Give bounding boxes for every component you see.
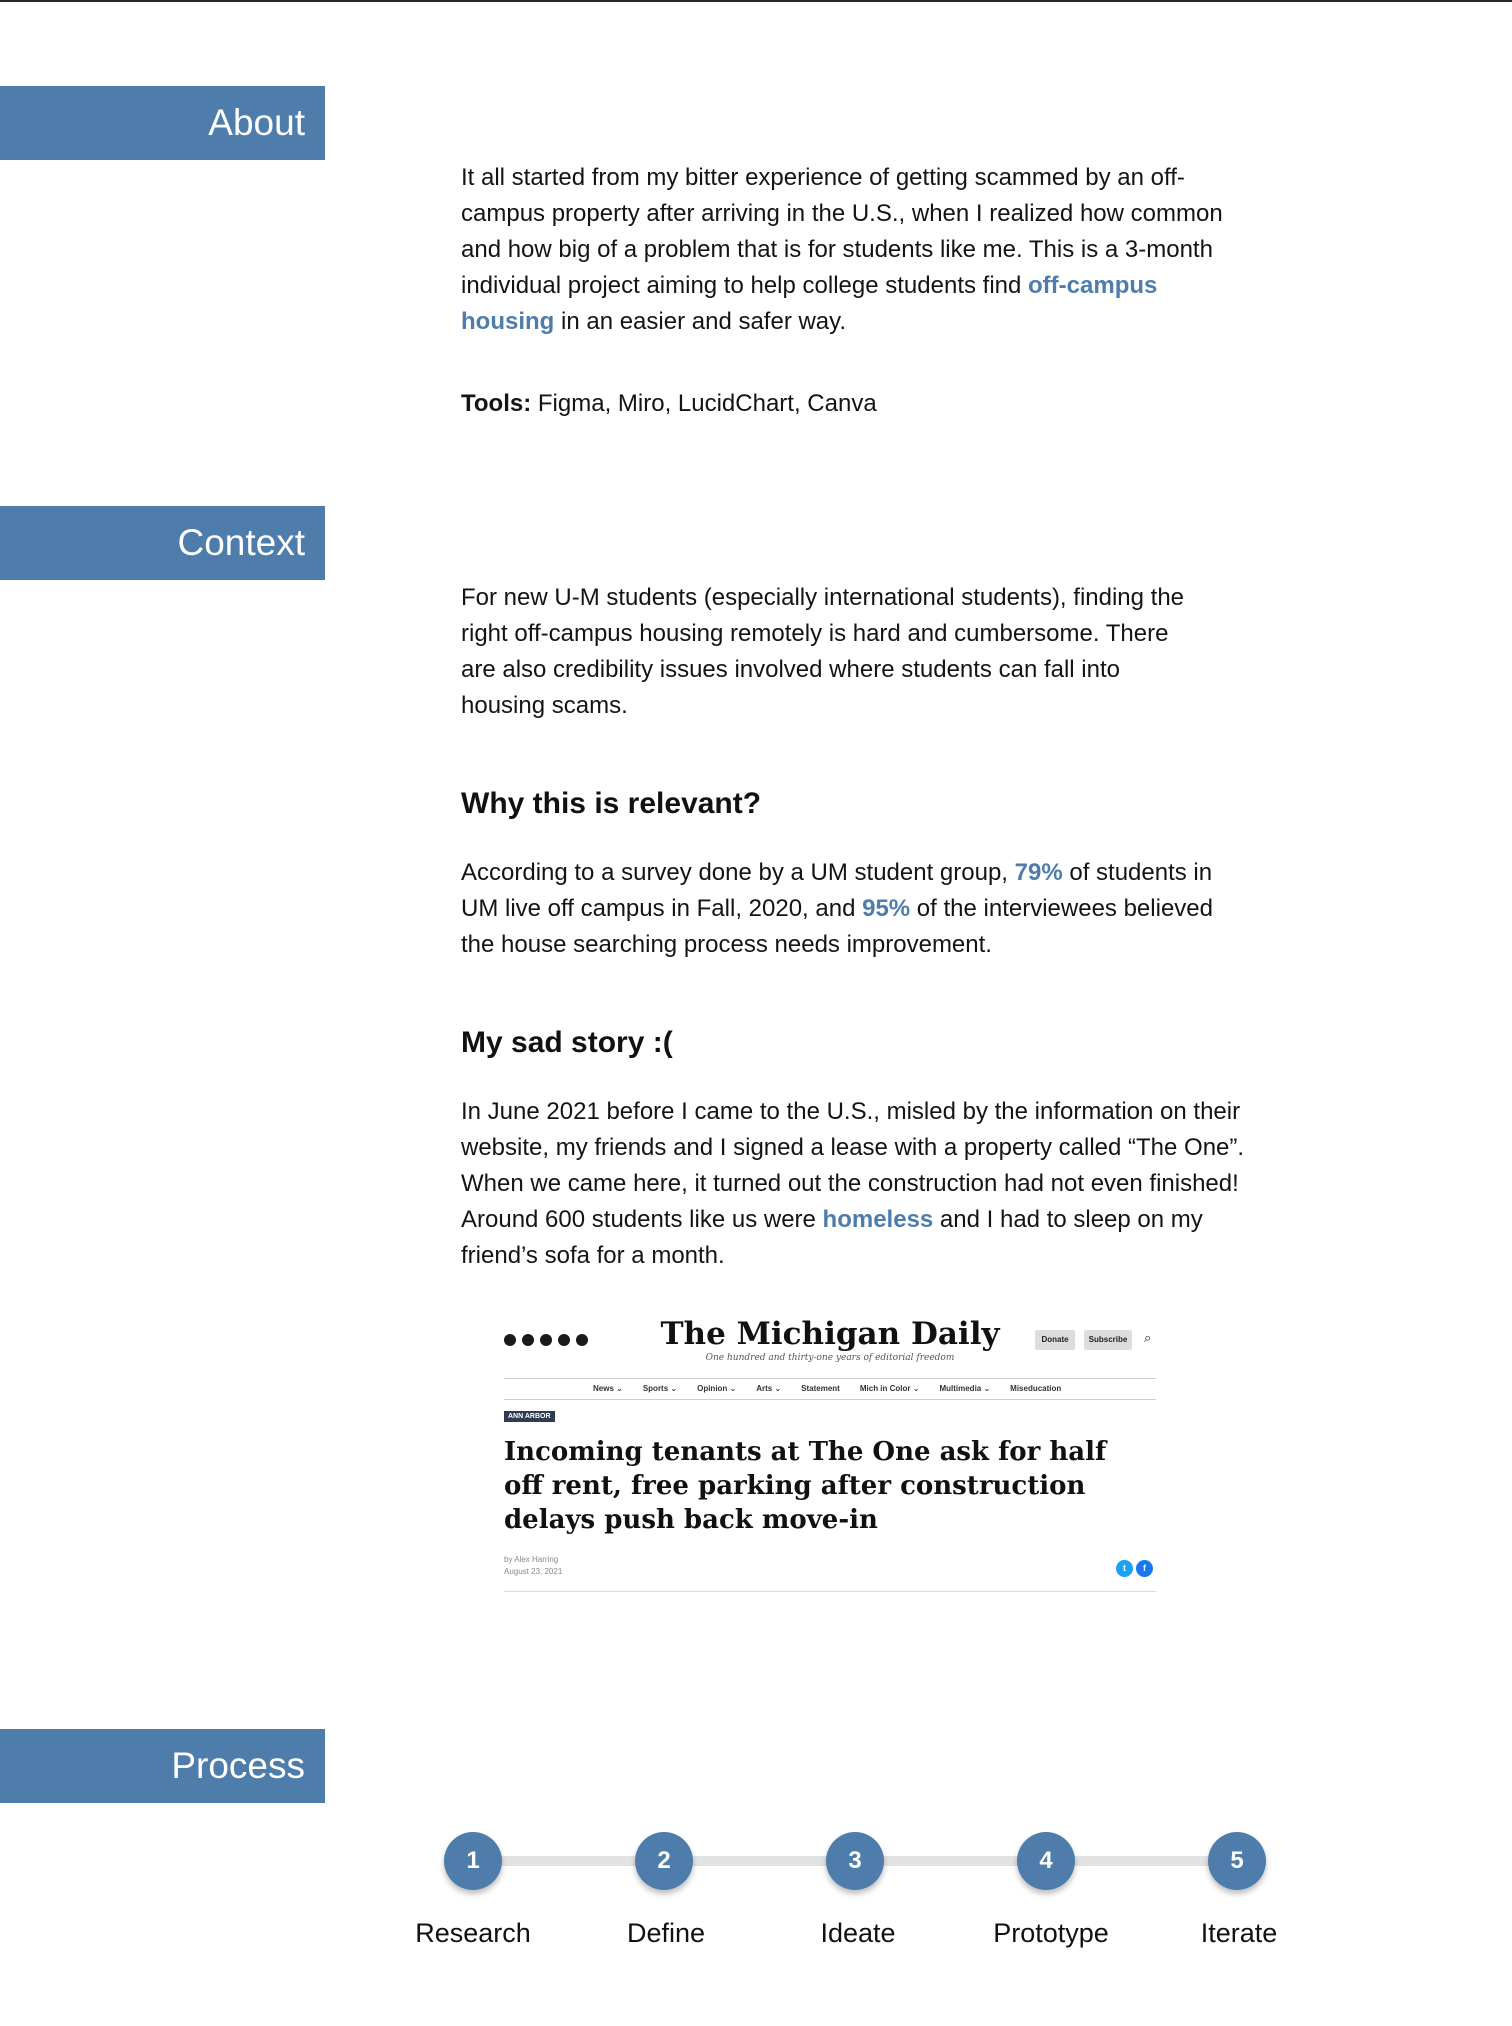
step-4-circle[interactable]: 4 [1017, 1832, 1075, 1890]
relevant-paragraph: According to a survey done by a UM stude… [461, 855, 1251, 963]
about-section-tag: About [0, 86, 325, 160]
divider [504, 1399, 1156, 1400]
nav-item: Miseducation [1010, 1384, 1062, 1393]
step-2-label: Define [626, 1918, 706, 1948]
relevant-text-a: According to a survey done by a UM stude… [461, 859, 1015, 886]
nav-item: Sports ⌄ [642, 1384, 678, 1393]
nav-item: Statement [801, 1384, 840, 1393]
newspaper-tagline: One hundred and thirty-one years of edit… [705, 1353, 955, 1363]
nav-item: Multimedia ⌄ [939, 1384, 991, 1393]
nav-item: Mich in Color ⌄ [859, 1384, 920, 1393]
search-icon: ⌕ [1144, 1330, 1152, 1345]
about-text-end: in an easier and safer way. [554, 308, 847, 335]
nav-item: Arts ⌄ [756, 1384, 782, 1393]
step-5-circle[interactable]: 5 [1208, 1832, 1266, 1890]
divider [504, 1591, 1156, 1592]
twitter-share-icon: t [1116, 1560, 1133, 1577]
homeless-highlight: homeless [822, 1206, 934, 1233]
sad-story-paragraph: In June 2021 before I came to the U.S., … [461, 1094, 1281, 1274]
process-section-tag: Process [0, 1729, 325, 1803]
share-icons: t f [1116, 1560, 1153, 1577]
step-5-label: Iterate [1200, 1918, 1278, 1948]
step-3-label: Ideate [820, 1918, 896, 1948]
facebook-share-icon: f [1136, 1560, 1153, 1577]
article-author: by Alex Harring [504, 1555, 559, 1564]
relevant-heading: Why this is relevant? [461, 787, 762, 820]
article-date: August 23, 2021 [504, 1567, 563, 1576]
step-1-label: Research [415, 1918, 531, 1948]
newspaper-nav: News ⌄ Sports ⌄ Opinion ⌄ Arts ⌄ Stateme… [593, 1384, 1061, 1393]
about-paragraph: It all started from my bitter experience… [461, 160, 1241, 340]
nav-item: News ⌄ [593, 1384, 623, 1393]
subscribe-button: Subscribe [1084, 1330, 1132, 1350]
article-tag: ANN ARBOR [504, 1411, 555, 1422]
nav-item: Opinion ⌄ [697, 1384, 737, 1393]
tools-value: Figma, Miro, LucidChart, Canva [531, 390, 877, 417]
sad-story-heading: My sad story :( [461, 1026, 673, 1059]
step-2-circle[interactable]: 2 [635, 1832, 693, 1890]
top-border [0, 0, 1512, 2]
context-section-tag: Context [0, 506, 325, 580]
context-paragraph: For new U-M students (especially interna… [461, 584, 1185, 719]
step-4-label: Prototype [993, 1918, 1109, 1948]
article-byline: by Alex Harring August 23, 2021 [504, 1554, 562, 1578]
stat-79: 79% [1014, 859, 1063, 886]
stat-95: 95% [862, 895, 911, 922]
tools-label: Tools: [461, 390, 532, 417]
step-1-circle[interactable]: 1 [444, 1832, 502, 1890]
step-3-circle[interactable]: 3 [826, 1832, 884, 1890]
tools-line: Tools: Figma, Miro, LucidChart, Canva [461, 386, 1241, 422]
article-headline: Incoming tenants at The One ask for half… [504, 1437, 1107, 1535]
donate-button: Donate [1035, 1330, 1075, 1350]
divider [504, 1378, 1156, 1379]
michigan-daily-screenshot: The Michigan Daily One hundred and thirt… [500, 1310, 1160, 1595]
